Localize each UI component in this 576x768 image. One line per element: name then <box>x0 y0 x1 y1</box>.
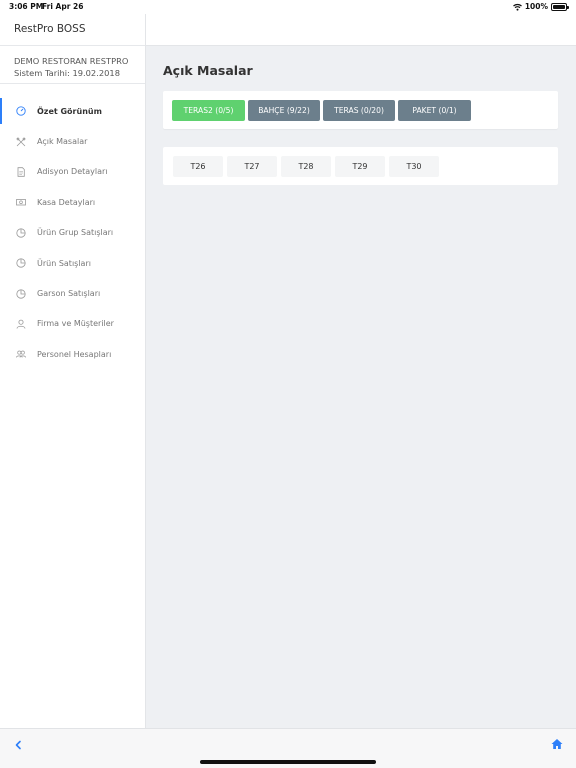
sidebar-item-label: Garson Satışları <box>37 289 101 299</box>
page-title: Açık Masalar <box>163 63 253 78</box>
home-button[interactable] <box>550 736 564 750</box>
battery-percent: 100% <box>524 2 548 11</box>
sidebar-item-adisyon-detaylari[interactable]: Adisyon Detayları <box>0 157 145 187</box>
sidebar-item-kasa-detaylari[interactable]: Kasa Detayları <box>0 187 145 217</box>
sidebar-item-label: Ürün Satışları <box>37 258 91 268</box>
sidebar-item-label: Ürün Grup Satışları <box>37 228 114 238</box>
sidebar-item-firma-ve-musteriler[interactable]: Firma ve Müşteriler <box>0 309 145 339</box>
wifi-icon <box>512 3 522 11</box>
users-icon <box>16 349 26 359</box>
system-date: Sistem Tarihi: 19.02.2018 <box>14 68 120 78</box>
sidebar-item-ozet-gorunum[interactable]: Özet Görünüm <box>0 96 145 126</box>
bottom-toolbar <box>0 728 576 768</box>
status-bar: 3:06 PM Fri Apr 26 100% <box>0 0 576 14</box>
table-t28[interactable]: T28 <box>281 156 331 177</box>
table-t27[interactable]: T27 <box>227 156 277 177</box>
pie-chart-icon <box>16 228 26 238</box>
battery-icon <box>551 2 569 11</box>
sidebar-item-label: Firma ve Müşteriler <box>37 319 114 329</box>
top-bar <box>146 14 576 46</box>
table-t29[interactable]: T29 <box>335 156 385 177</box>
tab-teras[interactable]: TERAS (0/20) <box>323 100 395 121</box>
tab-bahce[interactable]: BAHÇE (9/22) <box>248 100 320 121</box>
home-icon <box>551 739 563 749</box>
sidebar-item-urun-grup-satislari[interactable]: Ürün Grup Satışları <box>0 218 145 248</box>
sidebar-item-label: Adisyon Detayları <box>37 167 108 177</box>
pie-chart-icon <box>16 288 26 299</box>
table-t30[interactable]: T30 <box>389 156 439 177</box>
sidebar-menu: Özet Görünüm Açık Masalar Adisyon Detayl… <box>0 84 145 370</box>
gauge-icon <box>16 106 26 116</box>
app-title: RestPro BOSS <box>0 14 145 46</box>
status-time: 3:06 PM <box>9 2 44 11</box>
area-tabs: TERAS2 (0/5) BAHÇE (9/22) TERAS (0/20) P… <box>163 91 558 129</box>
back-button[interactable] <box>12 737 26 751</box>
utensils-icon <box>16 137 26 147</box>
user-icon <box>16 319 26 329</box>
company-name: DEMO RESTORAN RESTPRO <box>14 56 129 66</box>
sidebar-item-label: Özet Görünüm <box>37 106 102 116</box>
table-t26[interactable]: T26 <box>173 156 223 177</box>
tab-teras2[interactable]: TERAS2 (0/5) <box>172 100 245 121</box>
sidebar: RestPro BOSS DEMO RESTORAN RESTPRO Siste… <box>0 14 146 728</box>
main-content: Açık Masalar TERAS2 (0/5) BAHÇE (9/22) T… <box>146 46 576 728</box>
sidebar-item-label: Personel Hesapları <box>37 349 112 359</box>
company-info: DEMO RESTORAN RESTPRO Sistem Tarihi: 19.… <box>0 46 145 84</box>
document-icon <box>16 167 26 177</box>
pie-chart-icon <box>16 258 26 268</box>
sidebar-item-urun-satislari[interactable]: Ürün Satışları <box>0 248 145 278</box>
sidebar-item-personel-hesaplari[interactable]: Personel Hesapları <box>0 339 145 369</box>
sidebar-item-label: Açık Masalar <box>37 137 88 147</box>
home-indicator <box>200 760 376 764</box>
cash-icon <box>16 197 26 207</box>
status-date: Fri Apr 26 <box>42 2 84 11</box>
sidebar-item-garson-satislari[interactable]: Garson Satışları <box>0 278 145 308</box>
tab-paket[interactable]: PAKET (0/1) <box>398 100 471 121</box>
status-indicators: 100% <box>512 2 569 11</box>
tables-grid: T26 T27 T28 T29 T30 <box>163 147 558 185</box>
sidebar-item-acik-masalar[interactable]: Açık Masalar <box>0 126 145 156</box>
sidebar-item-label: Kasa Detayları <box>37 197 96 207</box>
chevron-left-icon <box>15 740 21 750</box>
